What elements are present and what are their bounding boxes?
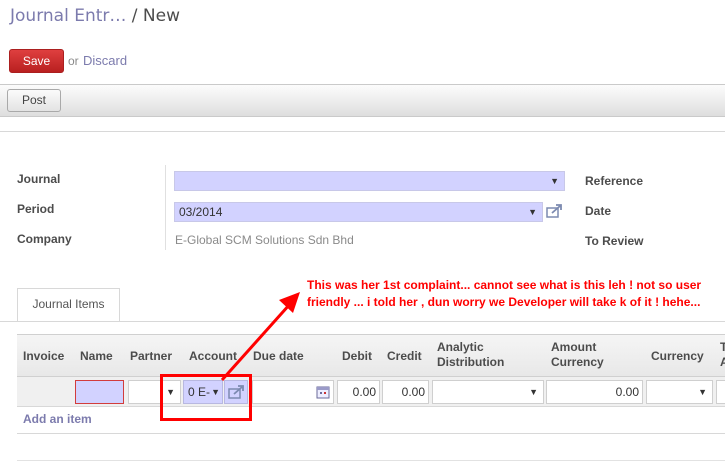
annotation-arrow bbox=[220, 292, 300, 382]
annotation-note: This was her 1st complaint... cannot see… bbox=[307, 278, 702, 309]
